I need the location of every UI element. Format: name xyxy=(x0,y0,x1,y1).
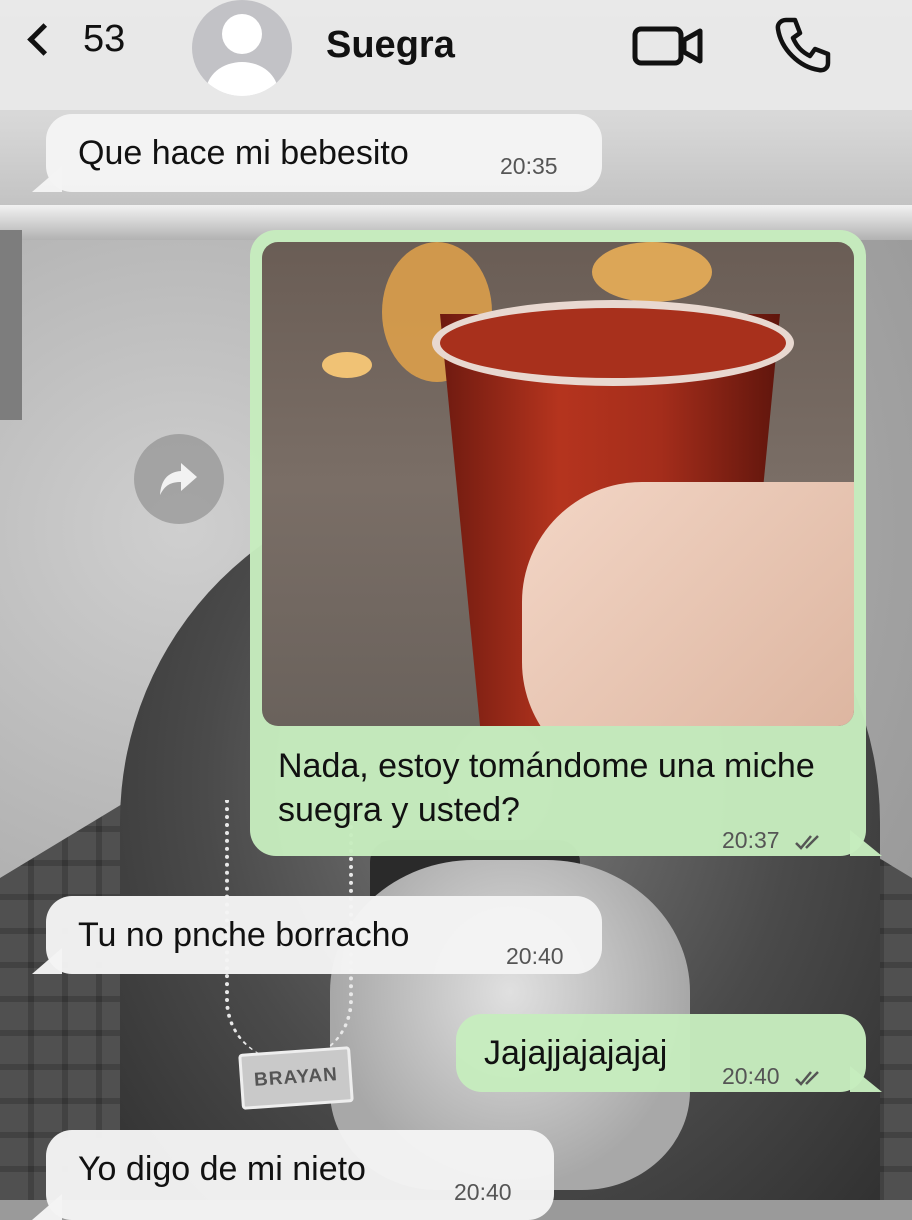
phone-call-icon[interactable] xyxy=(772,14,834,76)
message-time: 20:37 xyxy=(722,827,780,853)
message-bubble-incoming[interactable]: Tu no pnche borracho 20:40 xyxy=(46,896,602,974)
hand-holding-cup xyxy=(522,482,854,726)
message-time: 20:40 xyxy=(454,1179,512,1205)
message-time: 20:35 xyxy=(500,153,558,179)
person-icon-body xyxy=(206,62,278,96)
message-text: Que hace mi bebesito xyxy=(78,134,409,172)
person-icon xyxy=(222,14,262,54)
back-button[interactable]: 53 xyxy=(22,18,125,61)
name-pendant: BRAYAN xyxy=(238,1046,354,1110)
chat-header: 53 Suegra xyxy=(0,0,912,110)
message-bubble-outgoing-photo[interactable]: Nada, estoy tomándome una miche suegra y… xyxy=(250,230,866,856)
message-time: 20:40 xyxy=(722,1063,780,1089)
message-time-status: 20:37 xyxy=(722,818,826,862)
video-call-icon[interactable] xyxy=(632,24,704,68)
forward-button[interactable] xyxy=(134,434,224,524)
contact-avatar[interactable] xyxy=(192,0,292,96)
message-text: Yo digo de mi nieto xyxy=(78,1150,366,1188)
contact-name[interactable]: Suegra xyxy=(326,24,455,67)
message-photo[interactable] xyxy=(262,242,854,726)
unread-count: 53 xyxy=(83,18,126,60)
cup-rim xyxy=(432,300,794,386)
forward-arrow-icon xyxy=(160,463,197,495)
message-bubble-incoming[interactable]: Que hace mi bebesito 20:35 xyxy=(46,114,602,192)
chevron-left-icon xyxy=(27,23,60,56)
door-edge xyxy=(0,230,22,420)
message-time: 20:40 xyxy=(506,943,564,969)
photo-bg-light xyxy=(592,242,712,302)
photo-bg-light xyxy=(322,352,372,378)
message-time-status: 20:40 xyxy=(722,1054,826,1098)
message-bubble-incoming[interactable]: Yo digo de mi nieto 20:40 xyxy=(46,1130,554,1220)
double-check-icon xyxy=(795,835,819,850)
message-text: Tu no pnche borracho xyxy=(78,916,410,954)
double-check-icon xyxy=(795,1071,819,1086)
message-bubble-outgoing[interactable]: Jajajjajajajaj 20:40 xyxy=(456,1014,866,1092)
message-text: Jajajjajajajaj xyxy=(484,1034,668,1072)
